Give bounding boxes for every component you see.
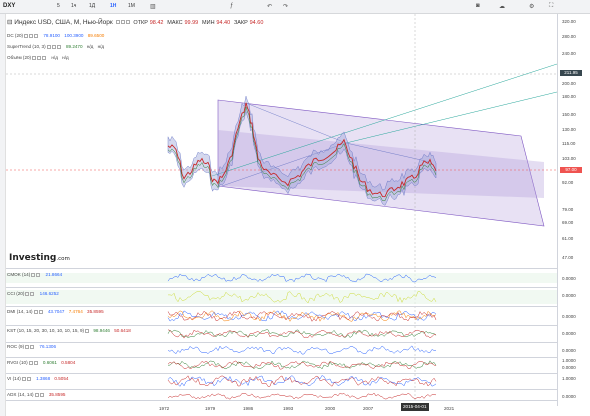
indicator-kst-legend[interactable]: KST (10, 15, 20, 30, 10, 10, 10, 15, 9) … xyxy=(7,328,131,333)
time-tick: 2000 xyxy=(325,406,336,411)
dc-name: DC (20) xyxy=(7,33,24,38)
ohlc-close-label: ЗАКР xyxy=(233,20,248,26)
indicator-band xyxy=(6,273,557,283)
rvgi-axis-tick: 0.0000 xyxy=(562,365,576,370)
dc-value-1: 78.9100 xyxy=(43,33,60,38)
time-tick: 1993 xyxy=(283,406,294,411)
price-tick: 115.00 xyxy=(562,141,576,146)
roc-axis-tick: 0.0000 xyxy=(562,348,576,353)
price-tag-level: 211.95 xyxy=(560,70,582,76)
adx-axis-tick: 0.0000 xyxy=(562,394,576,399)
pane-separator[interactable] xyxy=(6,325,557,326)
supertrend-value-3: н/д xyxy=(97,44,105,49)
pane-separator[interactable] xyxy=(6,389,557,390)
cci-axis-tick: 0.0000 xyxy=(562,293,576,298)
supertrend-value-2: н/д xyxy=(86,44,94,49)
ohlc-low-label: МИН xyxy=(202,20,215,26)
ohlc-high-value: 99.99 xyxy=(184,20,199,26)
price-tick: 320.00 xyxy=(562,19,576,24)
pane-separator[interactable] xyxy=(6,373,557,374)
pane-separator[interactable] xyxy=(6,357,557,358)
price-tick: 92.00 xyxy=(562,180,574,185)
pane-separator[interactable] xyxy=(6,306,557,307)
supertrend-value-1: 89.2470 xyxy=(65,44,83,49)
indicator-roc-legend[interactable]: ROC (9) 76.1306 xyxy=(7,344,56,349)
remove-toggle[interactable] xyxy=(125,20,130,25)
indicator-series xyxy=(167,360,437,370)
indicator-cmo-legend[interactable]: CMOK (14) 21.8664 xyxy=(7,272,62,277)
chart-canvas[interactable] xyxy=(0,0,590,416)
price-tick: 47.00 xyxy=(562,255,574,260)
price-tick: 103.00 xyxy=(562,156,576,161)
ohlc-open-value: 98.42 xyxy=(149,20,164,26)
price-tick: 69.00 xyxy=(562,220,574,225)
vi-axis-tick: 1.0000 xyxy=(562,376,576,381)
indicator-dmi-legend[interactable]: DMI (14, 14) 43.7047 7.4764 35.8595 xyxy=(7,309,104,314)
dc-value-3: 89.6500 xyxy=(87,33,105,38)
indicator-rvgi-legend[interactable]: RVGI (10) 0.6061 0.5804 xyxy=(7,360,75,365)
indicator-series xyxy=(167,345,437,355)
settings-toggle[interactable] xyxy=(120,20,125,25)
dc-value-2: 100.3900 xyxy=(64,33,84,38)
time-tick: 1986 xyxy=(243,406,254,411)
price-tag-last: 97.00 xyxy=(560,167,582,173)
time-tick: 2007 xyxy=(363,406,374,411)
indicator-cci-legend[interactable]: CCI (20) 146.6252 xyxy=(7,291,59,296)
supertrend-name: SuperTrend (10, 3) xyxy=(7,44,46,49)
time-tick: 2021 xyxy=(444,406,455,411)
legend-volume[interactable]: Объём (20) н/д н/д xyxy=(7,55,69,60)
legend-supertrend[interactable]: SuperTrend (10, 3) 89.2470 н/д н/д xyxy=(7,44,104,49)
pane-separator[interactable] xyxy=(6,268,557,269)
price-tick: 61.00 xyxy=(562,236,574,241)
ohlc-high-label: МАКС xyxy=(167,20,183,26)
indicator-band xyxy=(6,290,557,304)
time-cursor-label: 2015-04-01 xyxy=(401,403,429,411)
symbol-title: Индекс USD, США, М, Нью-Йорк xyxy=(14,19,113,26)
indicator-adx-legend[interactable]: ADX (14, 14) 35.8595 xyxy=(7,392,65,397)
collapse-icon[interactable]: ⊟ xyxy=(7,19,12,26)
volume-value-2: н/д xyxy=(62,55,69,60)
chart-legend: ⊟ Индекс USD, США, М, Нью-Йорк ОТКР 98.4… xyxy=(7,18,263,26)
price-tick: 200.00 xyxy=(562,81,576,86)
time-tick: 1979 xyxy=(205,406,216,411)
visibility-toggle[interactable] xyxy=(115,20,120,25)
indicator-series xyxy=(167,375,437,387)
cmo-axis-tick: 0.0000 xyxy=(562,276,576,281)
pane-separator[interactable] xyxy=(6,287,557,288)
time-tick: 1972 xyxy=(159,406,170,411)
volume-name: Объём (20) xyxy=(7,55,32,60)
indicator-series xyxy=(167,360,437,370)
kst-axis-tick: 0.0000 xyxy=(562,331,576,336)
price-tick: 130.00 xyxy=(562,127,576,132)
rvgi-axis-tick-high: 1.0000 xyxy=(562,358,576,363)
legend-dc[interactable]: DC (20) 78.9100 100.3900 89.6500 xyxy=(7,33,104,38)
indicator-vi-legend[interactable]: VI (14) 1.3868 0.5054 xyxy=(7,376,68,381)
ohlc-close-value: 94.60 xyxy=(249,20,264,26)
pane-separator[interactable] xyxy=(6,342,557,343)
investing-logo: Investing.com xyxy=(9,253,70,263)
dmi-axis-tick: 0.0000 xyxy=(562,314,576,319)
price-tick: 180.00 xyxy=(562,94,576,99)
price-tick: 150.00 xyxy=(562,112,576,117)
price-tick: 280.00 xyxy=(562,34,576,39)
indicator-series xyxy=(167,392,437,400)
ohlc-open-label: ОТКР xyxy=(133,20,148,26)
time-axis[interactable]: 1972 1979 1986 1993 2000 2007 2015-04-01… xyxy=(6,400,557,416)
ohlc-low-value: 94.40 xyxy=(216,20,231,26)
volume-value-1: н/д xyxy=(51,55,58,60)
price-tick: 79.00 xyxy=(562,207,574,212)
price-tick: 240.00 xyxy=(562,51,576,56)
